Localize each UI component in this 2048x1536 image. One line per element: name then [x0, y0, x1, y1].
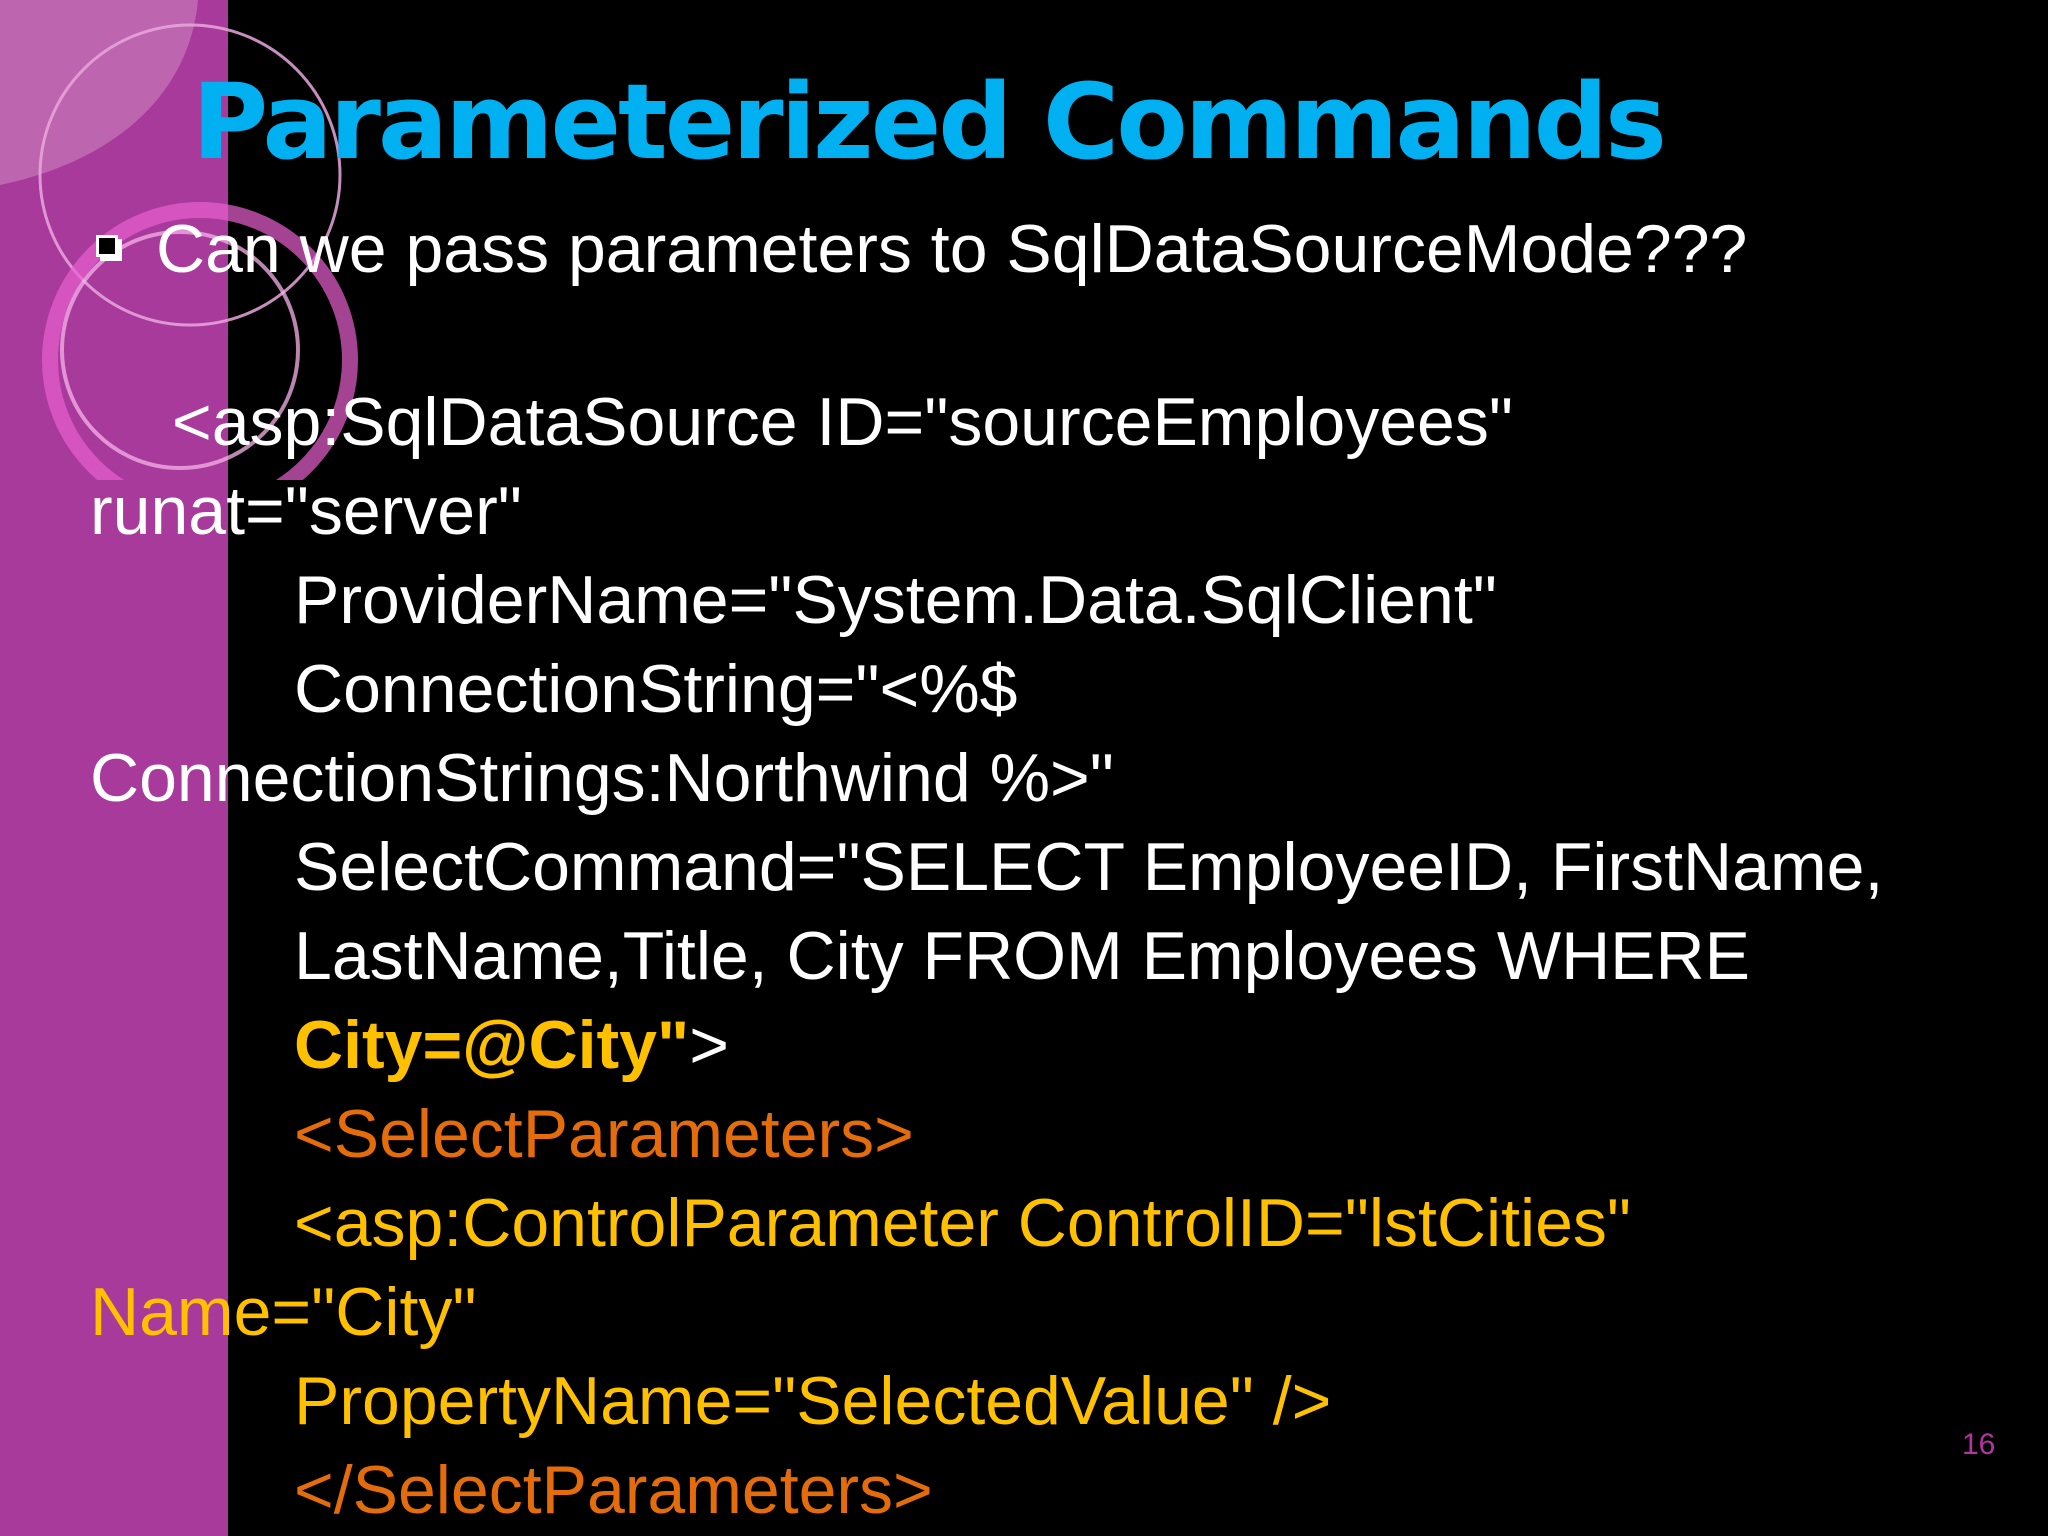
bullet-text: Can we pass parameters to SqlDataSourceM…: [156, 211, 1748, 287]
code-line: ConnectionStrings:Northwind %>": [90, 740, 1114, 816]
code-line: PropertyName="SelectedValue" />: [294, 1363, 1332, 1439]
code-line: <asp:ControlParameter ControlID="lstCiti…: [294, 1185, 1632, 1261]
page-number: 16: [1962, 1428, 1996, 1461]
highlighted-where-clause: City=@City": [294, 1007, 690, 1083]
code-line: Name="City": [90, 1274, 477, 1350]
code-line: </SelectParameters>: [294, 1452, 933, 1528]
slide: Parameterized Commands Can we pass param…: [0, 0, 2048, 1536]
code-line: SelectCommand="SELECT EmployeeID, FirstN…: [294, 829, 1884, 905]
code-line: ProviderName="System.Data.SqlClient": [294, 562, 1497, 638]
code-line: <SelectParameters>: [294, 1096, 914, 1172]
code-line: LastName,Title, City FROM Employees WHER…: [294, 918, 1750, 994]
slide-title: Parameterized Commands: [192, 61, 1667, 183]
code-line: <asp:SqlDataSource ID="sourceEmployees": [172, 384, 1513, 460]
checkbox-bullet-icon: [96, 235, 118, 257]
code-line: ConnectionString="<%$: [294, 651, 1018, 727]
tag-close: >: [689, 1007, 729, 1083]
code-line: runat="server": [90, 473, 522, 549]
code-line: City=@City">: [294, 1011, 729, 1079]
